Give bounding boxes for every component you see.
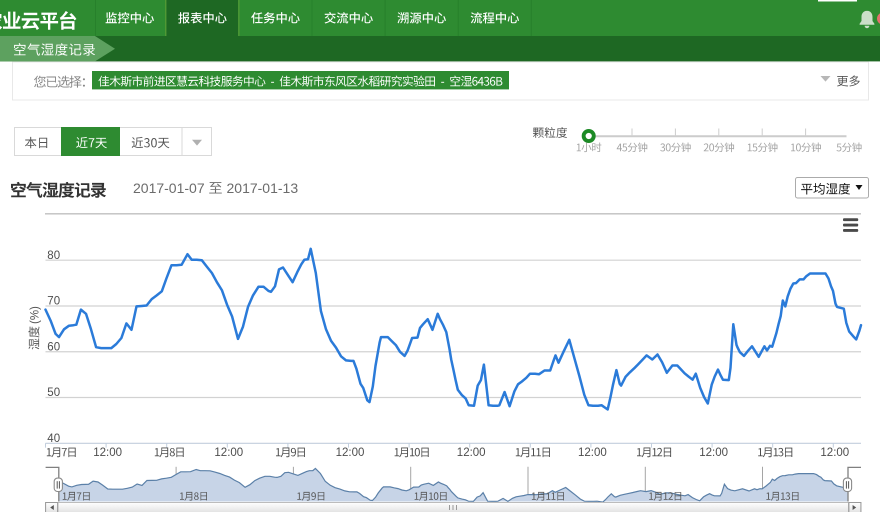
svg-text:80: 80: [47, 250, 60, 262]
svg-text:12:00: 12:00: [93, 447, 122, 459]
svg-text:70: 70: [47, 296, 60, 308]
svg-text:50: 50: [47, 387, 60, 399]
svg-text:12:00: 12:00: [336, 447, 365, 459]
svg-text:(%): (%): [30, 306, 42, 324]
svg-text:60: 60: [47, 341, 60, 353]
svg-text:12:00: 12:00: [699, 447, 728, 459]
svg-text:12:00: 12:00: [214, 447, 243, 459]
svg-text:12:00: 12:00: [578, 447, 607, 459]
svg-text:2017-01-07: 2017-01-07: [133, 180, 205, 196]
svg-text:40: 40: [47, 433, 60, 445]
svg-text:12:00: 12:00: [820, 447, 849, 459]
svg-text:12:00: 12:00: [457, 447, 486, 459]
svg-text:2017-01-13: 2017-01-13: [227, 180, 299, 196]
